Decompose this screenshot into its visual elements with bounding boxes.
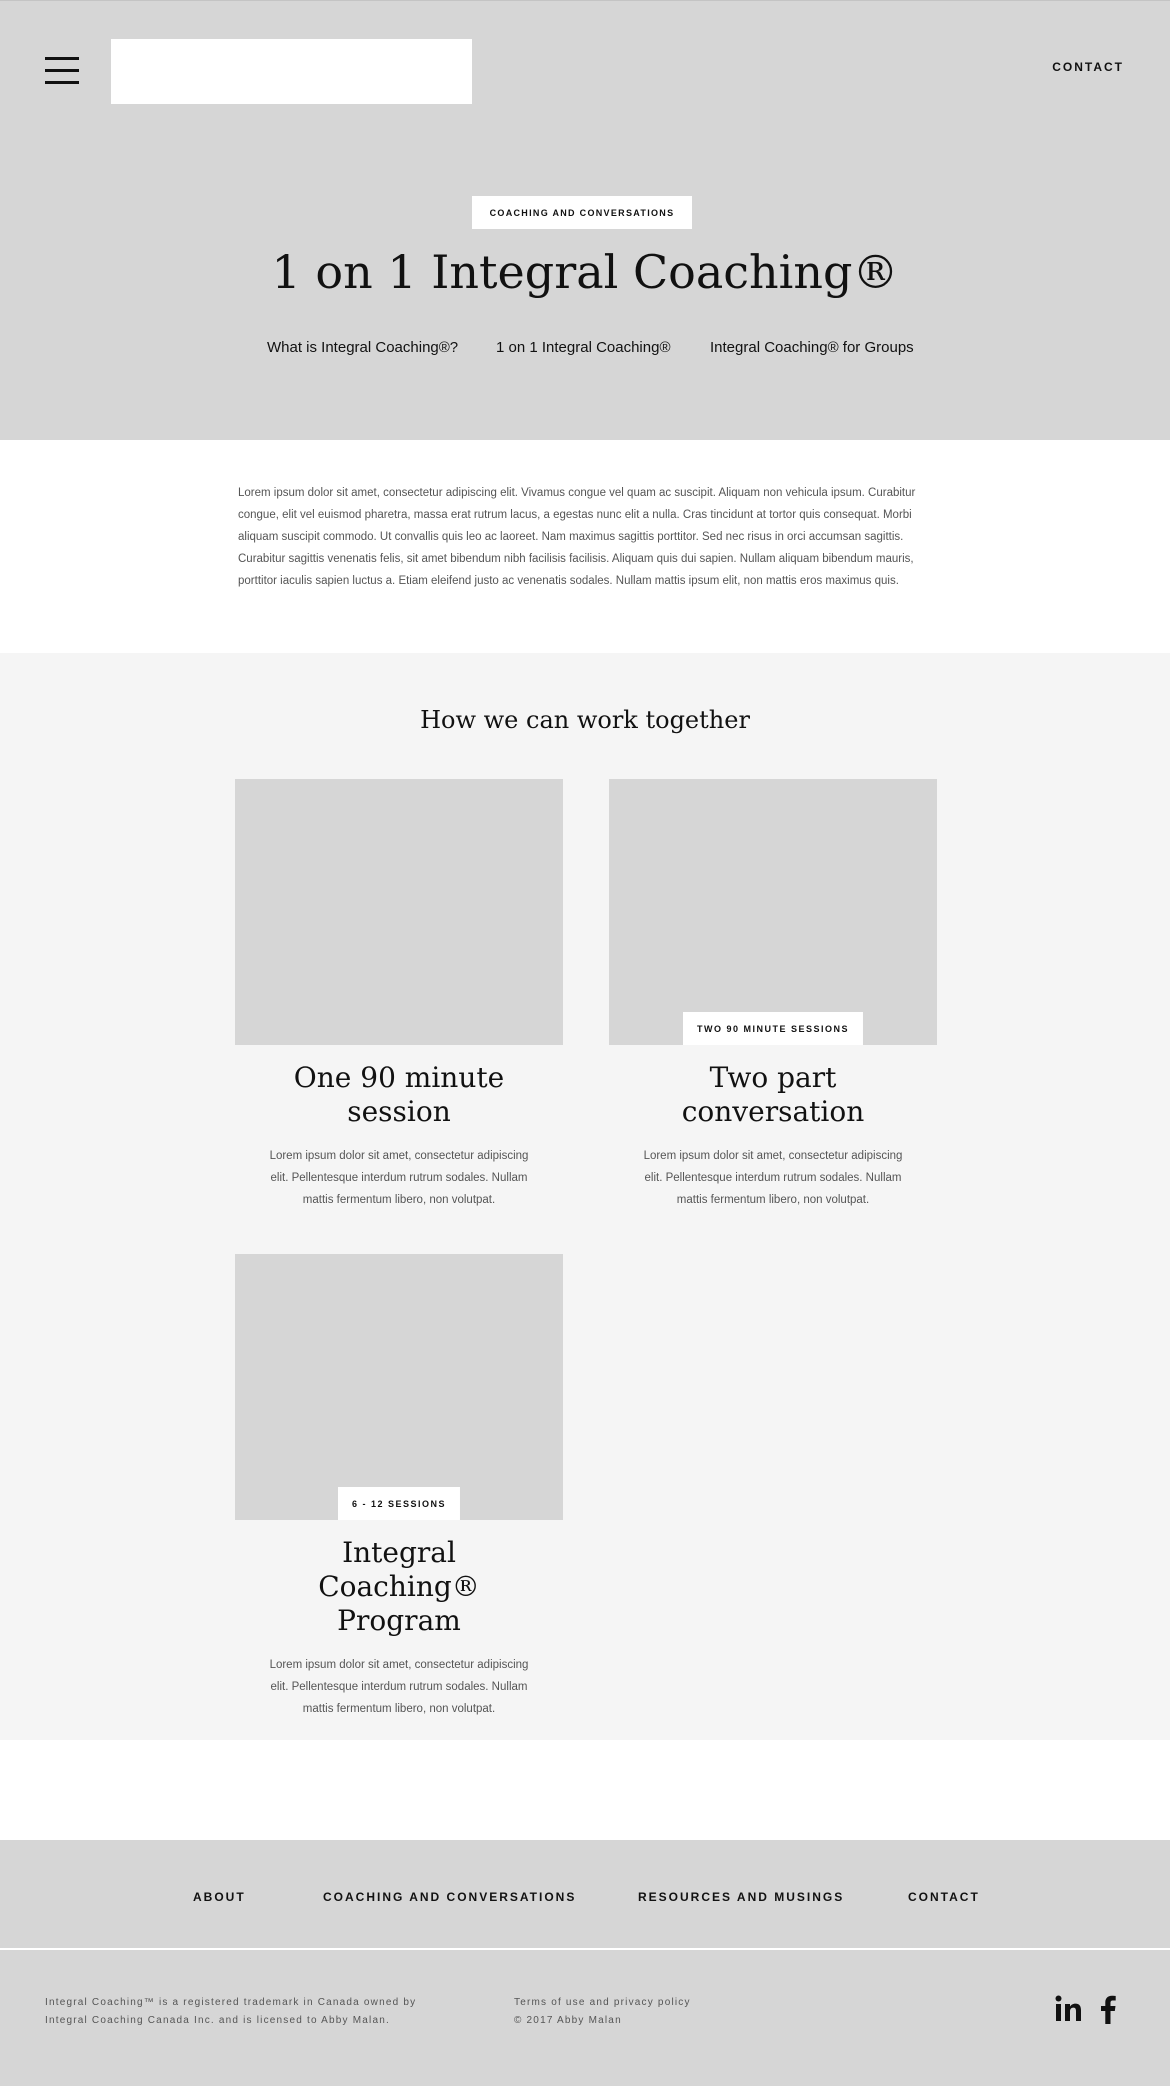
logo-placeholder[interactable] [111,39,472,104]
service-image-placeholder[interactable] [235,779,563,1045]
intro-text: Lorem ipsum dolor sit amet, consectetur … [238,487,916,587]
footer-nav-resources[interactable]: RESOURCES AND MUSINGS [638,1890,844,1904]
service-description: Lorem ipsum dolor sit amet, consectetur … [643,1150,903,1206]
subnav-integral-coaching-for-groups[interactable]: Integral Coaching® for Groups [710,339,914,356]
header-contact-link[interactable]: CONTACT [1052,60,1124,74]
service-badge: 6 - 12 SESSIONS [337,1487,461,1520]
subnav-what-is-integral-coaching[interactable]: What is Integral Coaching®? [267,339,458,356]
social-links [1055,1994,1125,2024]
footer-nav: ABOUT COACHING AND CONVERSATIONS RESOURC… [0,1840,1170,1950]
services-heading: How we can work together [420,706,750,734]
footer-nav-contact[interactable]: CONTACT [908,1890,980,1904]
linkedin-icon[interactable] [1055,1994,1081,2024]
subnav-1-on-1-integral-coaching[interactable]: 1 on 1 Integral Coaching® [496,339,671,356]
footer-nav-coaching[interactable]: COACHING AND CONVERSATIONS [323,1890,576,1904]
service-title: One 90 minute session [293,1061,505,1128]
service-badge: TWO 90 MINUTE SESSIONS [682,1012,864,1045]
service-description: Lorem ipsum dolor sit amet, consectetur … [269,1659,529,1715]
legal-notice: Integral Coaching™ is a registered trade… [45,1994,465,2030]
hero-section: CONTACT COACHING AND CONVERSATIONS 1 on … [0,0,1170,440]
service-title: Two part conversation [681,1061,865,1128]
footer: Integral Coaching™ is a registered trade… [0,1950,1170,2086]
service-card: 6 - 12 SESSIONS Integral Coaching® Progr… [235,1254,563,1720]
service-card: One 90 minute session Lorem ipsum dolor … [235,779,563,1211]
hero-subnav: What is Integral Coaching®? 1 on 1 Integ… [0,339,1170,359]
service-card: TWO 90 MINUTE SESSIONS Two part conversa… [609,779,937,1211]
terms-link[interactable]: Terms of use and privacy policy [514,1994,691,2012]
spacer [0,1740,1170,1840]
intro-section: Lorem ipsum dolor sit amet, consectetur … [0,440,1170,653]
legal-line: Integral Coaching™ is a registered trade… [45,1997,417,2008]
service-description: Lorem ipsum dolor sit amet, consectetur … [269,1150,529,1206]
terms-block: Terms of use and privacy policy © 2017 A… [514,1994,691,2030]
legal-line: Integral Coaching Canada Inc. and is lic… [45,2015,390,2026]
menu-icon[interactable] [45,57,79,85]
footer-nav-about[interactable]: ABOUT [193,1890,246,1904]
page-title: 1 on 1 Integral Coaching® [271,245,899,299]
hero-eyebrow: COACHING AND CONVERSATIONS [472,196,692,229]
service-image-placeholder[interactable]: 6 - 12 SESSIONS [235,1254,563,1520]
copyright: © 2017 Abby Malan [514,2015,622,2026]
services-section: How we can work together One 90 minute s… [0,653,1170,1740]
facebook-icon[interactable] [1099,1994,1125,2024]
service-image-placeholder[interactable]: TWO 90 MINUTE SESSIONS [609,779,937,1045]
service-title: Integral Coaching® Program [318,1536,480,1637]
